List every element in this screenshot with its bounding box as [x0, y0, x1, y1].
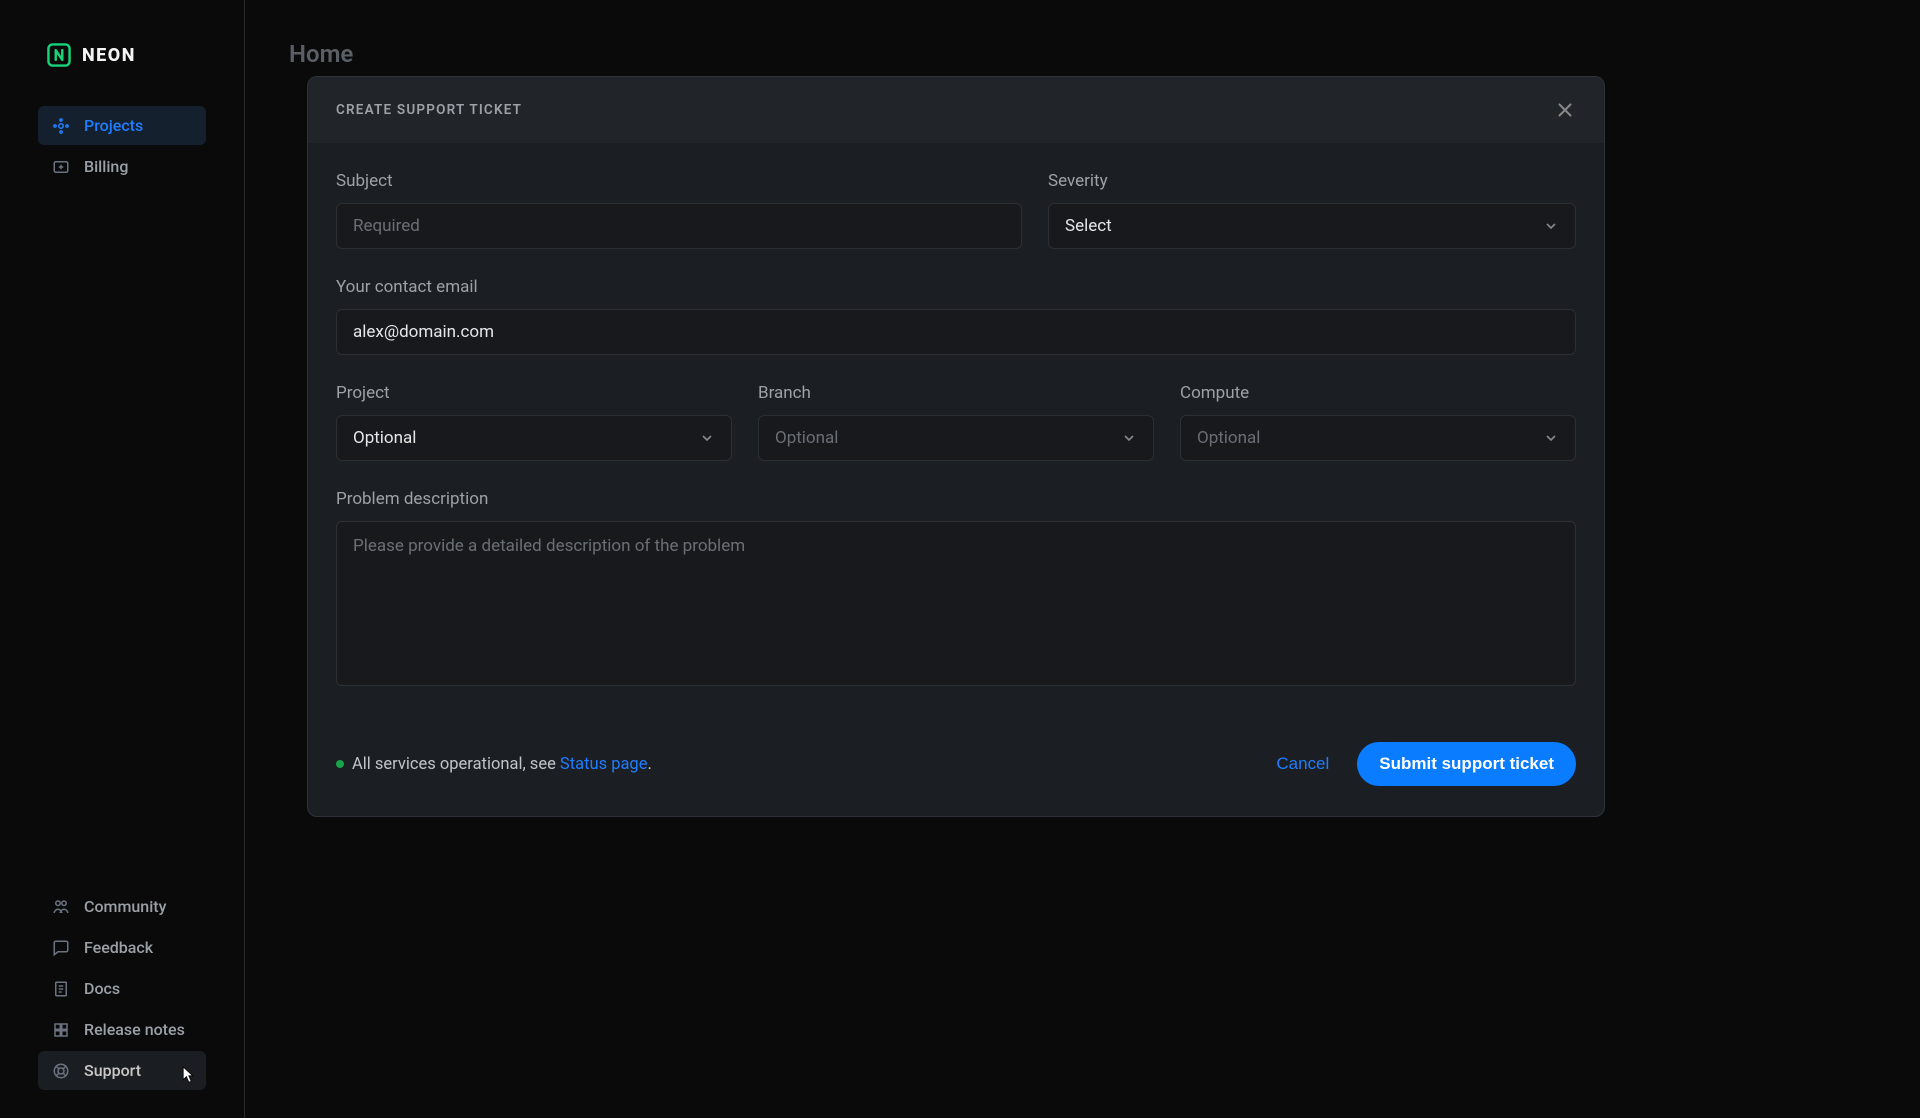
modal-title: CREATE SUPPORT TICKET: [336, 102, 522, 118]
status-line: All services operational, see Status pag…: [336, 755, 652, 774]
submit-button[interactable]: Submit support ticket: [1357, 742, 1576, 786]
status-page-link[interactable]: Status page: [560, 755, 648, 774]
project-selected: Optional: [353, 428, 416, 448]
sidebar-item-community[interactable]: Community: [38, 887, 206, 926]
page-title: Home: [285, 40, 1880, 68]
description-label: Problem description: [336, 489, 1576, 509]
close-icon[interactable]: [1554, 99, 1576, 121]
sidebar-item-docs[interactable]: Docs: [38, 969, 206, 1008]
sidebar-item-feedback[interactable]: Feedback: [38, 928, 206, 967]
compute-select[interactable]: Optional: [1180, 415, 1576, 461]
subject-label: Subject: [336, 171, 1022, 191]
chevron-down-icon: [1543, 430, 1559, 446]
description-textarea[interactable]: [336, 521, 1576, 686]
sidebar-item-label: Community: [84, 897, 166, 916]
sidebar-item-support[interactable]: Support: [38, 1051, 206, 1090]
support-icon: [52, 1062, 70, 1080]
compute-label: Compute: [1180, 383, 1576, 403]
chevron-down-icon: [1121, 430, 1137, 446]
sidebar-item-label: Support: [84, 1061, 141, 1080]
brand-name: NEON: [82, 45, 136, 66]
main-content: Home CREATE SUPPORT TICKET Subject Sever…: [245, 0, 1920, 1118]
sidebar-item-projects[interactable]: Projects: [38, 106, 206, 145]
sidebar-item-label: Projects: [84, 116, 143, 135]
sidebar-item-label: Billing: [84, 157, 128, 176]
chevron-down-icon: [1543, 218, 1559, 234]
email-label: Your contact email: [336, 277, 1576, 297]
sidebar-item-release-notes[interactable]: Release notes: [38, 1010, 206, 1049]
subject-input[interactable]: [336, 203, 1022, 249]
severity-select[interactable]: Select: [1048, 203, 1576, 249]
severity-label: Severity: [1048, 171, 1576, 191]
modal-header: CREATE SUPPORT TICKET: [308, 77, 1604, 143]
create-ticket-modal: CREATE SUPPORT TICKET Subject Severity S…: [307, 76, 1605, 817]
modal-footer: All services operational, see Status pag…: [308, 722, 1604, 816]
feedback-icon: [52, 939, 70, 957]
compute-selected: Optional: [1197, 428, 1260, 448]
branch-select[interactable]: Optional: [758, 415, 1154, 461]
projects-icon: [52, 117, 70, 135]
billing-icon: [52, 158, 70, 176]
sidebar-item-label: Release notes: [84, 1020, 185, 1039]
email-input[interactable]: [336, 309, 1576, 355]
sidebar: NEON Projects Billing Community Feedback…: [0, 0, 245, 1118]
brand-block[interactable]: NEON: [18, 28, 226, 106]
community-icon: [52, 898, 70, 916]
neon-logo-icon: [46, 42, 72, 68]
project-select[interactable]: Optional: [336, 415, 732, 461]
cancel-button[interactable]: Cancel: [1276, 754, 1329, 774]
docs-icon: [52, 980, 70, 998]
chevron-down-icon: [699, 430, 715, 446]
sidebar-item-label: Feedback: [84, 938, 153, 957]
status-text-tail: .: [647, 755, 651, 774]
sidebar-item-billing[interactable]: Billing: [38, 147, 206, 186]
branch-selected: Optional: [775, 428, 838, 448]
status-dot-icon: [336, 760, 344, 768]
branch-label: Branch: [758, 383, 1154, 403]
sidebar-item-label: Docs: [84, 979, 120, 998]
release-notes-icon: [52, 1021, 70, 1039]
status-text: All services operational, see: [352, 755, 560, 774]
severity-selected: Select: [1065, 216, 1112, 236]
cursor-icon: [180, 1065, 196, 1085]
project-label: Project: [336, 383, 732, 403]
